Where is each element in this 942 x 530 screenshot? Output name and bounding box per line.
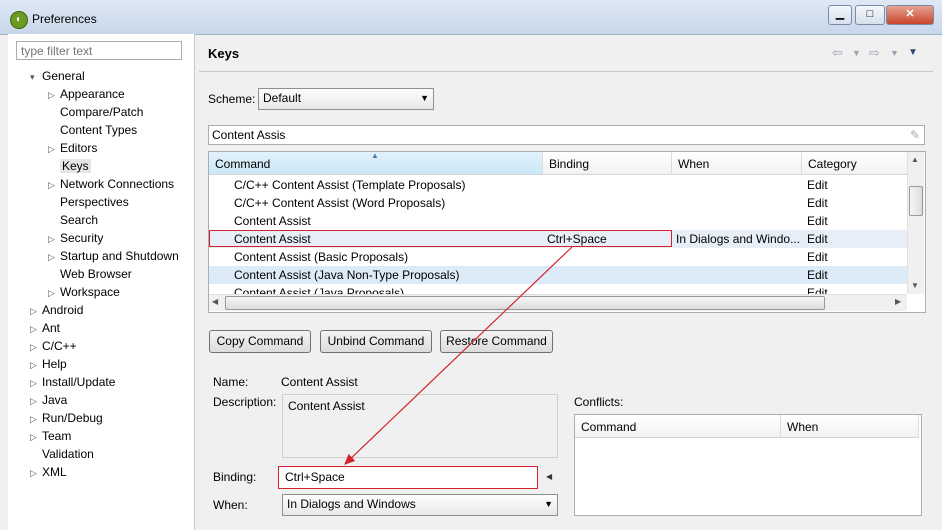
annotation-arrow-line: [344, 246, 573, 465]
annotation-arrow: [344, 246, 573, 465]
